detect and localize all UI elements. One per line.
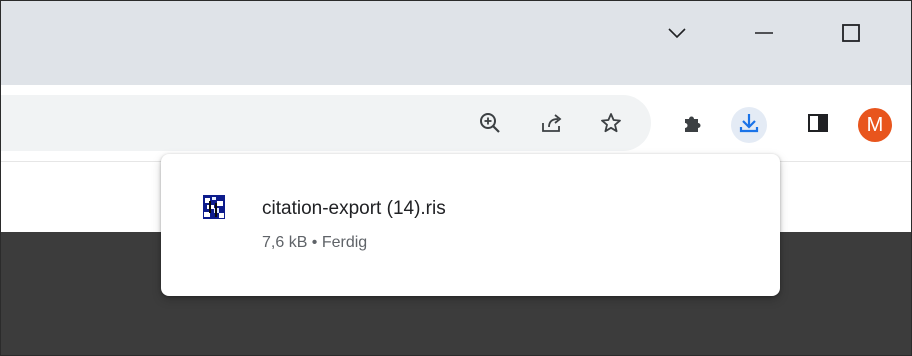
share-button[interactable] xyxy=(534,107,570,143)
maximize-button[interactable] xyxy=(829,11,873,55)
share-icon xyxy=(540,111,564,140)
extensions-button[interactable] xyxy=(675,107,711,143)
profile-avatar[interactable]: M xyxy=(858,108,892,142)
tab-search-button[interactable] xyxy=(655,11,699,55)
ris-file-icon[interactable] xyxy=(203,195,225,219)
minimize-button[interactable] xyxy=(742,11,786,55)
maximize-icon xyxy=(841,23,861,43)
download-icon xyxy=(737,111,761,140)
chevron-down-icon xyxy=(667,27,687,39)
browser-window: M citation-export (14).ris 7,6 kB • Ferd… xyxy=(0,0,912,356)
zoom-button[interactable] xyxy=(472,107,508,143)
download-status: 7,6 kB • Ferdig xyxy=(262,234,368,251)
download-bubble: citation-export (14).ris 7,6 kB • Ferdig xyxy=(161,154,780,296)
title-bar xyxy=(1,1,911,85)
downloads-button[interactable] xyxy=(731,107,767,143)
bookmark-button[interactable] xyxy=(593,107,629,143)
star-icon xyxy=(599,111,623,140)
browser-toolbar: M xyxy=(1,85,911,161)
download-file-name[interactable]: citation-export (14).ris xyxy=(262,198,446,220)
zoom-in-icon xyxy=(478,111,502,140)
minimize-icon xyxy=(754,31,774,35)
side-panel-icon xyxy=(806,111,830,140)
side-panel-button[interactable] xyxy=(800,107,836,143)
puzzle-icon xyxy=(681,111,705,140)
